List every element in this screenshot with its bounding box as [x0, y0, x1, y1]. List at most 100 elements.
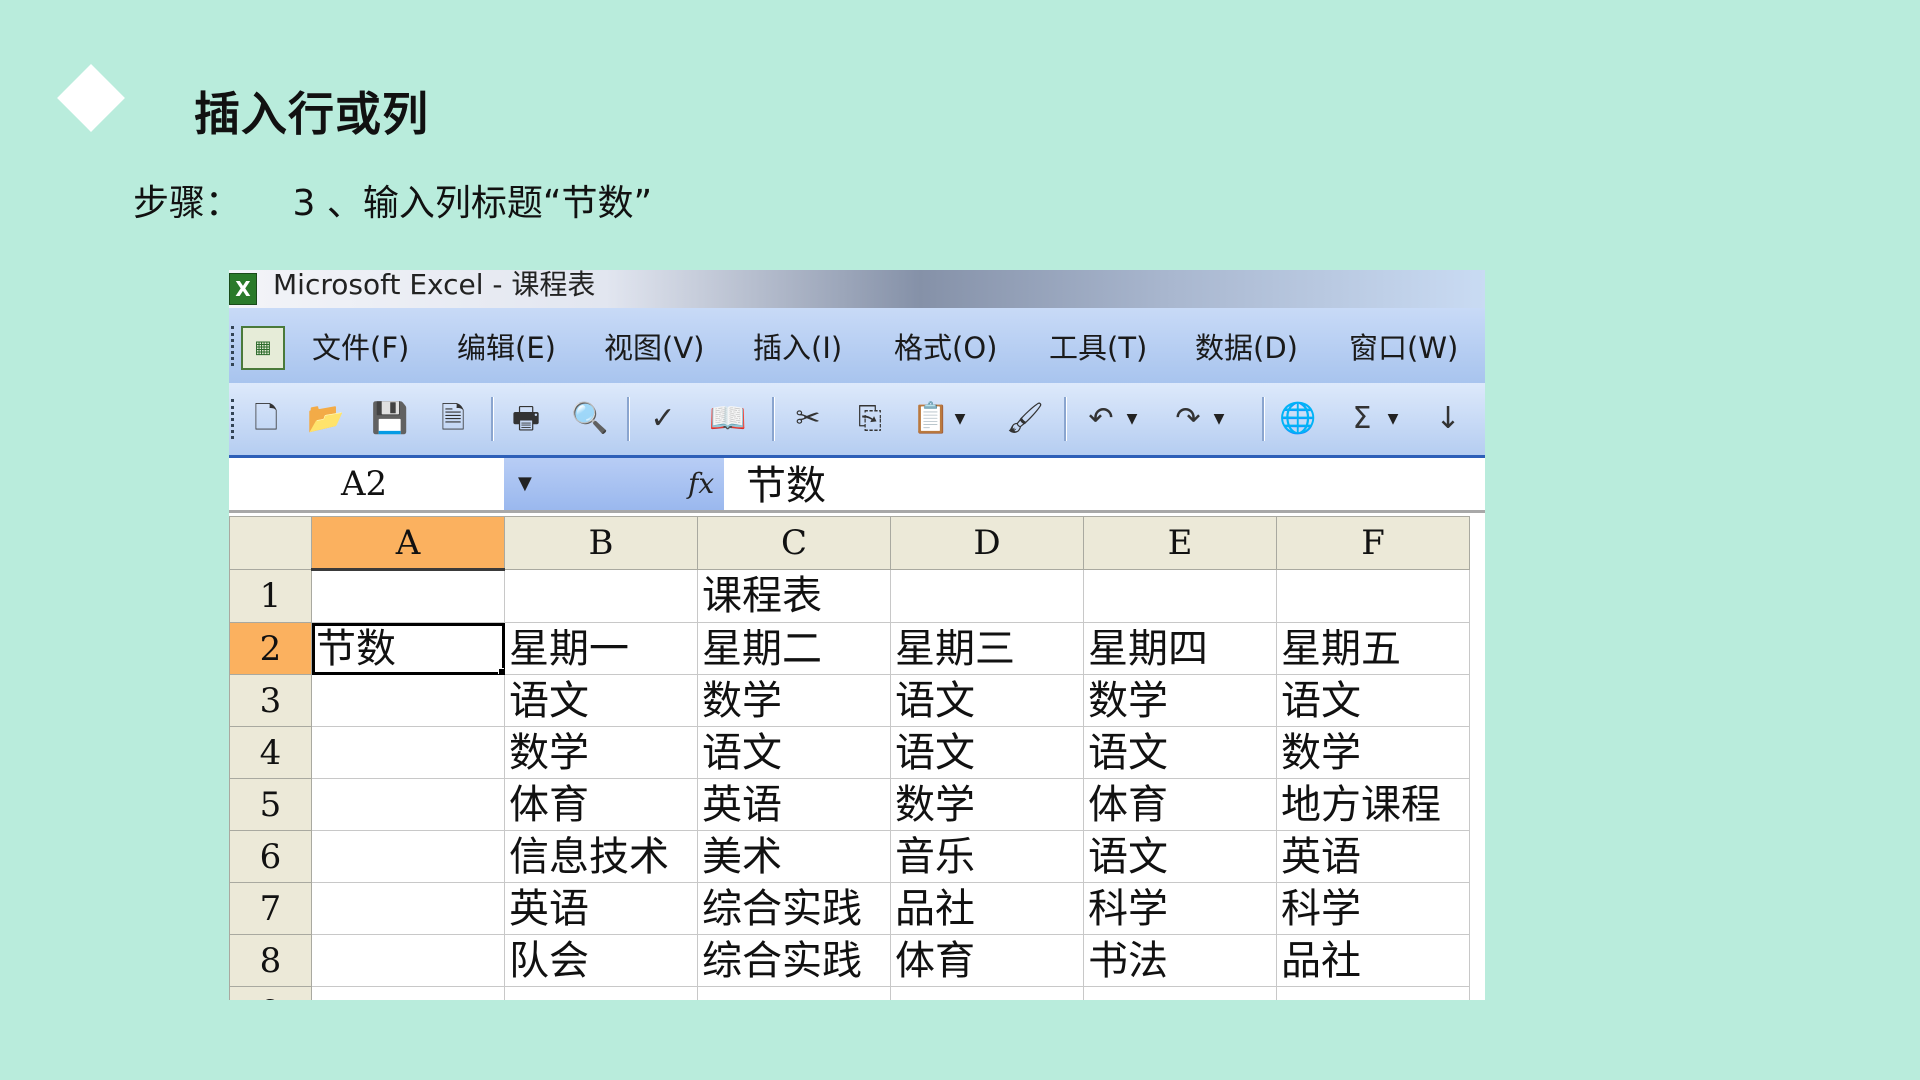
cell[interactable]	[311, 882, 505, 935]
menu-tools[interactable]: 工具(T)	[1049, 308, 1147, 383]
name-box-dropdown-icon[interactable]: ▼	[518, 458, 532, 510]
cell[interactable]: 星期四	[1083, 622, 1277, 675]
paste-icon[interactable]: 📋	[912, 399, 950, 439]
sort-ascending-icon[interactable]: ↓	[1429, 399, 1467, 439]
cell[interactable]: 语文	[1083, 726, 1277, 779]
menu-format[interactable]: 格式(O)	[894, 308, 997, 383]
cell[interactable]: 数学	[1276, 726, 1470, 779]
cell[interactable]: 品社	[890, 882, 1084, 935]
row-header[interactable]: 9	[229, 986, 312, 1000]
row-header[interactable]: 3	[229, 674, 312, 727]
cell[interactable]: 数学	[504, 726, 698, 779]
cell[interactable]	[890, 569, 1084, 623]
cell[interactable]	[697, 986, 891, 1000]
cell[interactable]	[311, 674, 505, 727]
open-folder-icon[interactable]: 📂	[307, 399, 345, 439]
menu-insert[interactable]: 插入(I)	[753, 308, 842, 383]
cell[interactable]: 音乐	[890, 830, 1084, 883]
cell[interactable]: 体育	[890, 934, 1084, 987]
cell[interactable]	[311, 830, 505, 883]
autosum-dropdown-icon[interactable]: ▼	[1385, 399, 1401, 439]
cell[interactable]	[311, 934, 505, 987]
cell[interactable]: 星期一	[504, 622, 698, 675]
menubar-grip-icon[interactable]	[231, 326, 238, 366]
cell[interactable]	[1083, 986, 1277, 1000]
column-header-f[interactable]: F	[1276, 516, 1470, 570]
cell[interactable]: 语文	[1276, 674, 1470, 727]
cell[interactable]	[504, 569, 698, 623]
research-icon[interactable]: 📖	[709, 399, 747, 439]
cell[interactable]: 数学	[890, 778, 1084, 831]
cell[interactable]	[890, 986, 1084, 1000]
cell[interactable]	[311, 726, 505, 779]
row-header[interactable]: 4	[229, 726, 312, 779]
undo-dropdown-icon[interactable]: ▼	[1124, 399, 1140, 439]
cell[interactable]: 综合实践	[697, 934, 891, 987]
column-header-a[interactable]: A	[311, 516, 505, 571]
cell[interactable]: 数学	[1083, 674, 1277, 727]
cell[interactable]: 英语	[697, 778, 891, 831]
autosum-icon[interactable]: Σ	[1343, 399, 1381, 439]
cell[interactable]: 体育	[1083, 778, 1277, 831]
save-icon[interactable]: 💾	[371, 399, 409, 439]
toolbar-grip-icon[interactable]	[231, 399, 238, 439]
cell[interactable]: 书法	[1083, 934, 1277, 987]
select-all-corner[interactable]	[229, 516, 312, 570]
cell[interactable]: 地方课程	[1276, 778, 1470, 831]
cell[interactable]: 英语	[504, 882, 698, 935]
column-header-e[interactable]: E	[1083, 516, 1277, 570]
column-header-d[interactable]: D	[890, 516, 1084, 570]
formula-input[interactable]: 节数	[724, 458, 1485, 510]
redo-dropdown-icon[interactable]: ▼	[1211, 399, 1227, 439]
row-header[interactable]: 2	[229, 622, 312, 675]
cell[interactable]: 星期三	[890, 622, 1084, 675]
row-header[interactable]: 1	[229, 569, 312, 623]
cell[interactable]: 星期二	[697, 622, 891, 675]
cell[interactable]: 语文	[890, 726, 1084, 779]
cell[interactable]: 品社	[1276, 934, 1470, 987]
cell[interactable]	[311, 986, 505, 1000]
cell[interactable]: 语文	[1083, 830, 1277, 883]
cell[interactable]: 星期五	[1276, 622, 1470, 675]
format-painter-icon[interactable]: 🖌	[1006, 399, 1044, 439]
hyperlink-icon[interactable]: 🌐	[1279, 399, 1317, 439]
insert-function-icon[interactable]: fx	[688, 458, 714, 510]
menu-edit[interactable]: 编辑(E)	[457, 308, 556, 383]
redo-icon[interactable]: ↷	[1169, 399, 1207, 439]
row-header[interactable]: 5	[229, 778, 312, 831]
undo-icon[interactable]: ↶	[1082, 399, 1120, 439]
cell[interactable]: 体育	[504, 778, 698, 831]
permission-icon[interactable]: 🗎	[434, 399, 472, 439]
row-header[interactable]: 6	[229, 830, 312, 883]
column-header-b[interactable]: B	[504, 516, 698, 570]
paste-dropdown-icon[interactable]: ▼	[952, 399, 968, 439]
spelling-icon[interactable]: ✓	[644, 399, 682, 439]
cell[interactable]	[311, 569, 505, 623]
selected-cell-a2[interactable]: 节数	[311, 622, 505, 675]
cell[interactable]: 数学	[697, 674, 891, 727]
column-header-c[interactable]: C	[697, 516, 891, 570]
cell[interactable]: 综合实践	[697, 882, 891, 935]
fill-handle[interactable]	[498, 667, 504, 674]
cell[interactable]: 语文	[504, 674, 698, 727]
new-document-icon[interactable]: 🗋	[247, 399, 285, 439]
cell[interactable]	[504, 986, 698, 1000]
cell[interactable]: 科学	[1083, 882, 1277, 935]
cell[interactable]: 美术	[697, 830, 891, 883]
excel-app-icon[interactable]: X	[229, 273, 257, 305]
cell[interactable]: 语文	[697, 726, 891, 779]
print-icon[interactable]: 🖶	[507, 399, 545, 439]
cell[interactable]: 队会	[504, 934, 698, 987]
row-header[interactable]: 8	[229, 934, 312, 987]
cell[interactable]: 英语	[1276, 830, 1470, 883]
menu-window[interactable]: 窗口(W)	[1349, 308, 1458, 383]
cell[interactable]: 科学	[1276, 882, 1470, 935]
print-preview-icon[interactable]: 🔍	[571, 399, 609, 439]
menu-data[interactable]: 数据(D)	[1195, 308, 1298, 383]
name-box[interactable]: A2	[229, 458, 504, 510]
cell[interactable]: 信息技术	[504, 830, 698, 883]
cell[interactable]	[1276, 569, 1470, 623]
cell[interactable]: 语文	[890, 674, 1084, 727]
cell[interactable]	[1276, 986, 1470, 1000]
cut-icon[interactable]: ✂	[789, 399, 827, 439]
